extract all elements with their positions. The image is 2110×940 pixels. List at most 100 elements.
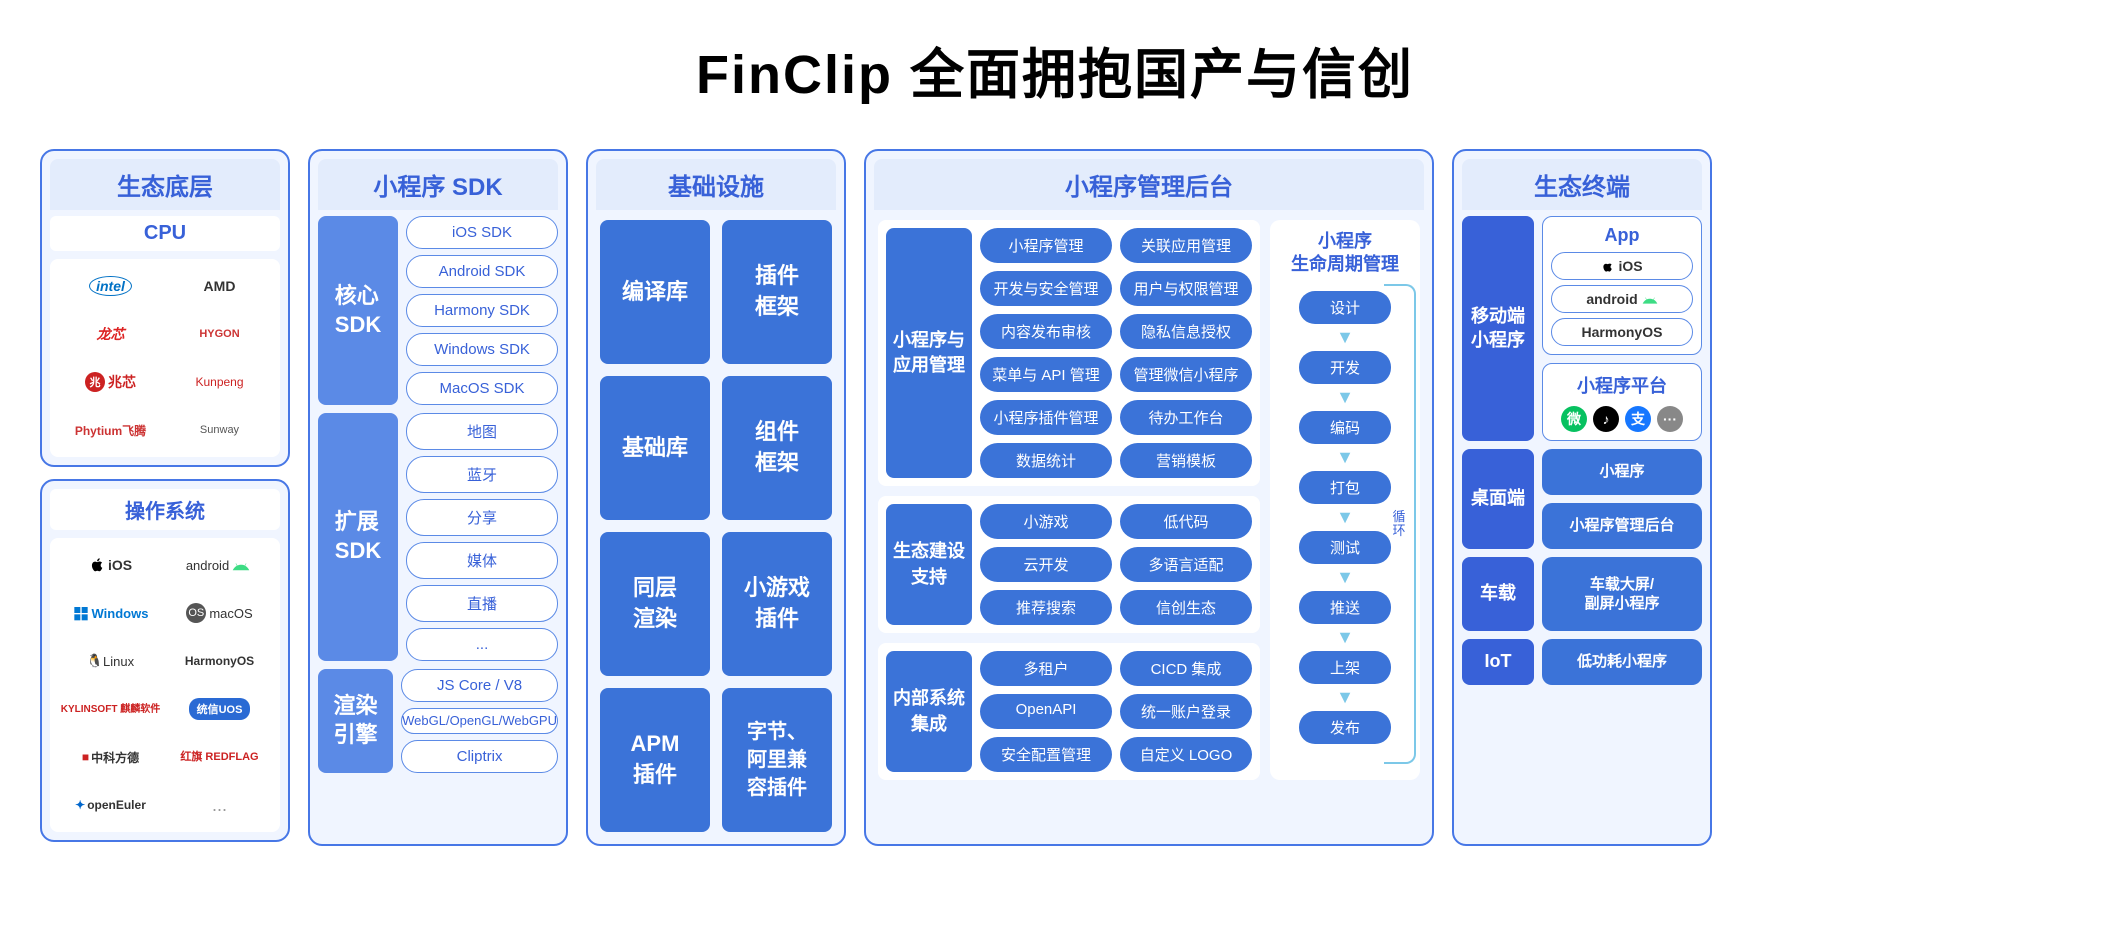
panel-sdk: 小程序 SDK 核心 SDK iOS SDK Android SDK Harmo…: [308, 149, 568, 846]
arrow-down-icon: ▼: [1336, 387, 1354, 408]
panel-cpu-os: 生态底层 CPU intel AMD 龙芯 HYGON 兆兆芯 Kunpeng …: [40, 149, 290, 467]
arrow-down-icon: ▼: [1336, 447, 1354, 468]
sdk-item: Harmony SDK: [406, 294, 558, 327]
label-internal-integration: 内部系统 集成: [886, 651, 972, 772]
header-infra: 基础设施: [596, 159, 836, 210]
logo-android: android: [167, 546, 272, 584]
mgmt-item: 管理微信小程序: [1120, 357, 1252, 392]
lifecycle-step: 上架: [1299, 651, 1391, 684]
arrow-down-icon: ▼: [1336, 327, 1354, 348]
logo-redflag: 红旗 REDFLAG: [167, 738, 272, 776]
mgmt-item: 小程序插件管理: [980, 400, 1112, 435]
subheader-cpu: CPU: [50, 216, 280, 251]
infra-item: 小游戏 插件: [722, 532, 832, 676]
sdk-item: Windows SDK: [406, 333, 558, 366]
mgmt-item: 多语言适配: [1120, 547, 1252, 582]
mgmt-item: 营销模板: [1120, 443, 1252, 478]
lifecycle-step: 打包: [1299, 471, 1391, 504]
label-ext-sdk: 扩展 SDK: [318, 413, 398, 661]
section-eco-support: 生态建设 支持 小游戏 低代码 云开发 多语言适配 推荐搜索 信创生态: [878, 496, 1260, 633]
column-ecosystem-base: 生态底层 CPU intel AMD 龙芯 HYGON 兆兆芯 Kunpeng …: [40, 149, 290, 846]
sdk-item: MacOS SDK: [406, 372, 558, 405]
mgmt-sections: 小程序与 应用管理 小程序管理 关联应用管理 开发与安全管理 用户与权限管理 内…: [878, 220, 1260, 780]
logo-loongson: 龙芯: [58, 315, 163, 353]
logo-openeuler: ✦openEuler: [58, 786, 163, 824]
label-core-sdk: 核心 SDK: [318, 216, 398, 405]
sdk-item: 分享: [406, 499, 558, 536]
logo-kylin: KYLINSOFT 麒麟软件: [58, 690, 163, 728]
mgmt-item: 用户与权限管理: [1120, 271, 1252, 306]
sdk-item: 蓝牙: [406, 456, 558, 493]
lifecycle-loop-indicator: 循 环: [1384, 284, 1416, 764]
mgmt-item: 低代码: [1120, 504, 1252, 539]
logo-sunway: Sunway: [167, 411, 272, 449]
diagram-body: 生态底层 CPU intel AMD 龙芯 HYGON 兆兆芯 Kunpeng …: [40, 149, 2070, 846]
diagram-title: FinClip 全面拥抱国产与信创: [40, 30, 2070, 109]
mgmt-item: 统一账户登录: [1120, 694, 1252, 729]
mgmt-item: 菜单与 API 管理: [980, 357, 1112, 392]
header-terminal: 生态终端: [1462, 159, 1702, 210]
logo-windows: Windows: [58, 594, 163, 632]
infra-item: 插件 框架: [722, 220, 832, 364]
alipay-icon: 支: [1625, 406, 1651, 432]
column-mgmt: 小程序管理后台 小程序与 应用管理 小程序管理 关联应用管理 开发与安全管理 用…: [864, 149, 1434, 846]
sdk-item: iOS SDK: [406, 216, 558, 249]
logo-intel: intel: [58, 267, 163, 305]
os-pill-harmonyos: HarmonyOS: [1551, 318, 1693, 346]
terminal-item: 小程序管理后台: [1542, 503, 1702, 549]
infra-item: APM 插件: [600, 688, 710, 832]
sdk-item: JS Core / V8: [401, 669, 558, 702]
terminal-item: 车载大屏/ 副屏小程序: [1542, 557, 1702, 631]
logo-more: ...: [167, 786, 272, 824]
sdk-item: 媒体: [406, 542, 558, 579]
sdk-ext-row: 扩展 SDK 地图 蓝牙 分享 媒体 直播 ...: [318, 413, 558, 661]
lifecycle-step: 推送: [1299, 591, 1391, 624]
arrow-down-icon: ▼: [1336, 687, 1354, 708]
logo-hygon: HYGON: [167, 315, 272, 353]
infra-item: 组件 框架: [722, 376, 832, 520]
wechat-icon: 微: [1561, 406, 1587, 432]
terminal-mobile-row: 移动端 小程序 App iOS android HarmonyOS 小程序平台 …: [1462, 216, 1702, 441]
douyin-icon: ♪: [1593, 406, 1619, 432]
sdk-item: Android SDK: [406, 255, 558, 288]
terminal-item: 小程序: [1542, 449, 1702, 495]
section-app-mgmt: 小程序与 应用管理 小程序管理 关联应用管理 开发与安全管理 用户与权限管理 内…: [878, 220, 1260, 486]
logo-linux: 🐧Linux: [58, 642, 163, 680]
header-mgmt: 小程序管理后台: [874, 159, 1424, 210]
logo-ios: iOS: [58, 546, 163, 584]
lifecycle-step: 发布: [1299, 711, 1391, 744]
panel-terminal: 生态终端 移动端 小程序 App iOS android HarmonyOS 小…: [1452, 149, 1712, 846]
mgmt-item: 小程序管理: [980, 228, 1112, 263]
lifecycle-step: 编码: [1299, 411, 1391, 444]
column-terminal: 生态终端 移动端 小程序 App iOS android HarmonyOS 小…: [1452, 149, 1712, 846]
sdk-item: WebGL/OpenGL/WebGPU: [401, 708, 558, 734]
mgmt-item: 多租户: [980, 651, 1112, 686]
panel-mgmt: 小程序管理后台 小程序与 应用管理 小程序管理 关联应用管理 开发与安全管理 用…: [864, 149, 1434, 846]
mgmt-item: 待办工作台: [1120, 400, 1252, 435]
section-internal-integration: 内部系统 集成 多租户 CICD 集成 OpenAPI 统一账户登录 安全配置管…: [878, 643, 1260, 780]
logo-macos: OSmacOS: [167, 594, 272, 632]
logo-amd: AMD: [167, 267, 272, 305]
column-infra: 基础设施 编译库 插件 框架 基础库 组件 框架 同层 渲染 小游戏 插件 AP…: [586, 149, 846, 846]
mgmt-item: 安全配置管理: [980, 737, 1112, 772]
label-iot: IoT: [1462, 639, 1534, 685]
mgmt-item: 数据统计: [980, 443, 1112, 478]
label-car: 车载: [1462, 557, 1534, 631]
terminal-desktop-row: 桌面端 小程序 小程序管理后台: [1462, 449, 1702, 549]
label-eco-support: 生态建设 支持: [886, 504, 972, 625]
mgmt-item: OpenAPI: [980, 694, 1112, 729]
arrow-down-icon: ▼: [1336, 507, 1354, 528]
infra-item: 编译库: [600, 220, 710, 364]
column-sdk: 小程序 SDK 核心 SDK iOS SDK Android SDK Harmo…: [308, 149, 568, 846]
infra-item: 同层 渲染: [600, 532, 710, 676]
mgmt-item: 自定义 LOGO: [1120, 737, 1252, 772]
header-sdk: 小程序 SDK: [318, 159, 558, 210]
label-app-mgmt: 小程序与 应用管理: [886, 228, 972, 478]
sdk-item-more: ...: [406, 628, 558, 661]
mgmt-item: 云开发: [980, 547, 1112, 582]
terminal-app-box: App iOS android HarmonyOS: [1542, 216, 1702, 355]
lifecycle-header: 小程序 生命周期管理: [1291, 230, 1399, 277]
terminal-car-row: 车载 车载大屏/ 副屏小程序: [1462, 557, 1702, 631]
mgmt-item: 隐私信息授权: [1120, 314, 1252, 349]
sdk-core-row: 核心 SDK iOS SDK Android SDK Harmony SDK W…: [318, 216, 558, 405]
